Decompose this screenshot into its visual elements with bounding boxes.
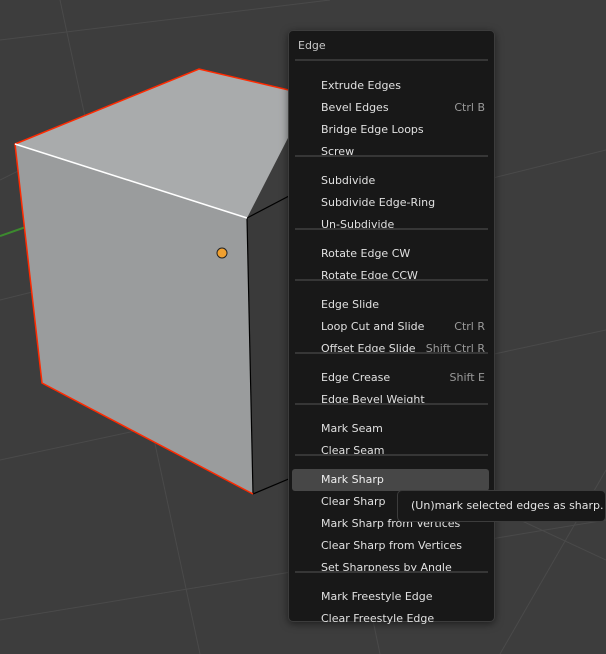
menu-item-label: Mark Freestyle Edge xyxy=(321,590,433,603)
menu-item-label: Extrude Edges xyxy=(321,79,401,92)
tooltip: (Un)mark selected edges as sharp. xyxy=(397,490,606,522)
menu-item-set-sharpness-by-angle[interactable]: Set Sharpness by Angle xyxy=(292,557,489,579)
menu-separator xyxy=(295,59,488,61)
menu-item-mark-freestyle-edge[interactable]: Mark Freestyle Edge xyxy=(292,586,489,608)
menu-separator xyxy=(295,454,488,456)
menu-item-rotate-edge-cw[interactable]: Rotate Edge CW xyxy=(292,243,489,265)
edge-context-menu: Edge Extrude Edges Bevel Edges Ctrl B Bridg… xyxy=(288,30,495,625)
menu-separator xyxy=(295,155,488,157)
menu-item-label: Edge Crease xyxy=(321,371,391,384)
menu-item-edge-slide[interactable]: Edge Slide xyxy=(292,294,489,316)
menu-item-clear-seam[interactable]: Clear Seam xyxy=(292,440,489,462)
menu-item-edge-crease[interactable]: Edge Crease Shift E xyxy=(292,367,489,389)
menu-item-label: Clear Freestyle Edge xyxy=(321,612,435,625)
menu-separator xyxy=(295,403,488,405)
menu-item-offset-edge-slide[interactable]: Offset Edge Slide Shift Ctrl R xyxy=(292,338,489,360)
menu-item-bridge-edge-loops[interactable]: Bridge Edge Loops xyxy=(292,119,489,141)
menu-item-loop-cut-and-slide[interactable]: Loop Cut and Slide Ctrl R xyxy=(292,316,489,338)
menu-item-label: Mark Sharp xyxy=(321,473,384,486)
menu-item-label: Clear Sharp xyxy=(321,495,386,508)
menu-item-un-subdivide[interactable]: Un-Subdivide xyxy=(292,214,489,236)
menu-item-edge-bevel-weight[interactable]: Edge Bevel Weight xyxy=(292,389,489,411)
menu-separator xyxy=(295,352,488,354)
menu-item-label: Subdivide xyxy=(321,174,376,187)
menu-item-label: Rotate Edge CW xyxy=(321,247,411,260)
menu-separator xyxy=(295,279,488,281)
menu-item-subdivide[interactable]: Subdivide xyxy=(292,170,489,192)
menu-item-label: Mark Seam xyxy=(321,422,383,435)
menu-item-label: Loop Cut and Slide xyxy=(321,320,425,333)
object-origin xyxy=(216,247,228,259)
menu-item-bevel-edges[interactable]: Bevel Edges Ctrl B xyxy=(292,97,489,119)
shortcut-label: Shift E xyxy=(449,371,485,384)
menu-item-mark-seam[interactable]: Mark Seam xyxy=(292,418,489,440)
menu-item-label: Edge Slide xyxy=(321,298,380,311)
menu-separator xyxy=(295,571,488,573)
shortcut-label: Ctrl B xyxy=(454,101,485,114)
menu-item-rotate-edge-ccw[interactable]: Rotate Edge CCW xyxy=(292,265,489,287)
menu-item-label: Subdivide Edge-Ring xyxy=(321,196,436,209)
menu-item-mark-sharp[interactable]: Mark Sharp xyxy=(292,469,489,491)
menu-item-clear-sharp-from-vertices[interactable]: Clear Sharp from Vertices xyxy=(292,535,489,557)
menu-item-extrude-edges[interactable]: Extrude Edges xyxy=(292,75,489,97)
menu-item-screw[interactable]: Screw xyxy=(292,141,489,163)
menu-item-subdivide-edge-ring[interactable]: Subdivide Edge-Ring xyxy=(292,192,489,214)
menu-item-clear-freestyle-edge[interactable]: Clear Freestyle Edge xyxy=(292,608,489,630)
menu-separator xyxy=(295,228,488,230)
shortcut-label: Ctrl R xyxy=(454,320,485,333)
menu-item-label: Bevel Edges xyxy=(321,101,389,114)
menu-item-label: Bridge Edge Loops xyxy=(321,123,424,136)
menu-item-label: Clear Sharp from Vertices xyxy=(321,539,462,552)
shortcut-label: Shift Ctrl R xyxy=(425,342,485,355)
menu-title: Edge xyxy=(298,39,326,52)
